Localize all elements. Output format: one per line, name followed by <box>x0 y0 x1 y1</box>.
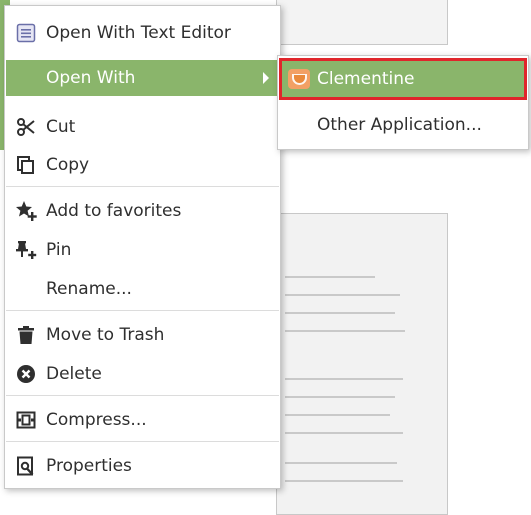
background-document-thumbnail <box>276 213 448 515</box>
open-with-submenu: Clementine Other Application... <box>277 55 529 150</box>
submenu-arrow-icon <box>263 72 269 84</box>
menu-item-move-to-trash[interactable]: Move to Trash <box>6 318 279 352</box>
menu-item-properties[interactable]: Properties <box>6 449 279 483</box>
star-add-icon <box>15 200 37 222</box>
menu-item-open-with-text-editor[interactable]: Open With Text Editor <box>6 16 279 50</box>
menu-item-label: Open With <box>46 68 136 88</box>
text-editor-icon <box>15 22 37 44</box>
menu-item-label: Delete <box>46 364 102 384</box>
submenu-item-other-application[interactable]: Other Application... <box>279 105 527 145</box>
scissors-icon <box>15 116 37 138</box>
delete-circle-icon <box>15 363 37 385</box>
compress-icon <box>15 409 37 431</box>
menu-item-cut[interactable]: Cut <box>6 110 279 144</box>
menu-item-copy[interactable]: Copy <box>6 148 279 182</box>
menu-item-label: Pin <box>46 240 72 260</box>
properties-icon <box>15 455 37 477</box>
background-file-tile <box>276 0 448 45</box>
menu-item-label: Cut <box>46 117 76 137</box>
menu-item-label: Open With Text Editor <box>46 23 231 43</box>
menu-item-label: Add to favorites <box>46 201 182 221</box>
menu-item-pin[interactable]: Pin <box>6 233 279 267</box>
menu-item-rename[interactable]: Rename... <box>6 272 279 306</box>
menu-separator <box>6 395 279 396</box>
submenu-item-clementine[interactable]: Clementine <box>279 58 527 100</box>
copy-icon <box>15 154 37 176</box>
clementine-app-icon <box>288 69 310 89</box>
pin-icon <box>15 239 37 261</box>
menu-item-label: Compress... <box>46 410 147 430</box>
menu-item-label: Properties <box>46 456 132 476</box>
trash-icon <box>15 324 37 346</box>
menu-item-add-to-favorites[interactable]: Add to favorites <box>6 194 279 228</box>
menu-item-label: Rename... <box>46 279 132 299</box>
submenu-item-label: Other Application... <box>317 115 482 135</box>
menu-item-label: Move to Trash <box>46 325 165 345</box>
menu-separator <box>6 441 279 442</box>
menu-item-compress[interactable]: Compress... <box>6 403 279 437</box>
menu-item-delete[interactable]: Delete <box>6 357 279 391</box>
menu-item-label: Copy <box>46 155 90 175</box>
context-menu: Open With Text Editor Open With Cut Copy… <box>4 5 281 489</box>
menu-item-open-with[interactable]: Open With <box>6 60 279 96</box>
menu-separator <box>6 310 279 311</box>
menu-separator <box>6 186 279 187</box>
submenu-item-label: Clementine <box>317 69 415 89</box>
